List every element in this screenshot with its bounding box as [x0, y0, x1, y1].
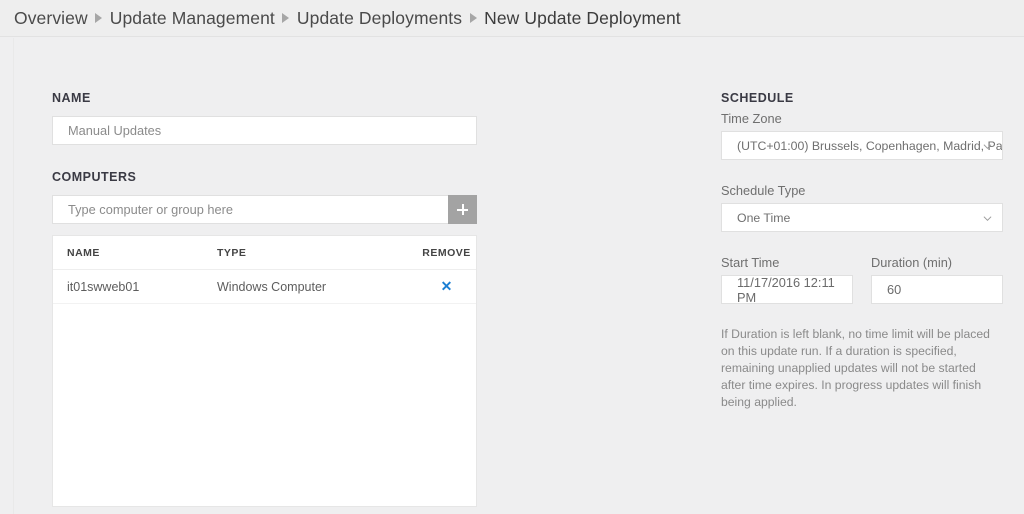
column-header-remove: REMOVE	[417, 236, 476, 270]
cell-remove: ✕	[417, 269, 476, 304]
table-header-row: NAME TYPE REMOVE	[53, 236, 476, 270]
time-zone-label: Time Zone	[721, 111, 782, 126]
computers-table-panel: NAME TYPE REMOVE it01swweb01 Windows Com…	[52, 235, 477, 507]
chevron-down-icon	[983, 142, 992, 151]
start-time-input[interactable]: 11/17/2016 12:11 PM	[721, 275, 853, 305]
computer-search-input[interactable]: Type computer or group here	[52, 195, 448, 224]
breadcrumb-item-overview[interactable]: Overview	[14, 8, 88, 29]
cell-computer-name: it01swweb01	[53, 269, 217, 304]
computers-table: NAME TYPE REMOVE it01swweb01 Windows Com…	[53, 236, 476, 304]
breadcrumb-item-update-deployments[interactable]: Update Deployments	[297, 8, 462, 29]
duration-label: Duration (min)	[871, 255, 953, 270]
chevron-down-icon	[983, 214, 992, 223]
schedule-type-label: Schedule Type	[721, 183, 806, 198]
breadcrumb: Overview Update Management Update Deploy…	[0, 0, 1024, 37]
start-time-field: Start Time 11/17/2016 12:11 PM	[721, 255, 853, 305]
column-header-type: TYPE	[217, 236, 417, 270]
computers-search-row: Type computer or group here	[52, 195, 477, 224]
breadcrumb-item-new-update-deployment[interactable]: New Update Deployment	[484, 8, 681, 29]
table-row: it01swweb01 Windows Computer ✕	[53, 269, 476, 304]
breadcrumb-item-update-management[interactable]: Update Management	[110, 8, 275, 29]
time-zone-value: (UTC+01:00) Brussels, Copenhagen, Madrid…	[737, 138, 1003, 153]
plus-icon	[457, 204, 468, 215]
name-section-title: NAME	[52, 91, 91, 105]
time-zone-select[interactable]: (UTC+01:00) Brussels, Copenhagen, Madrid…	[721, 131, 1003, 160]
name-input[interactable]: Manual Updates	[52, 116, 477, 145]
start-time-label: Start Time	[721, 255, 780, 270]
add-computer-button[interactable]	[448, 195, 477, 224]
time-fields-row: Start Time 11/17/2016 12:11 PM Duration …	[721, 255, 1003, 305]
close-x-icon[interactable]: ✕	[441, 279, 453, 293]
column-header-name: NAME	[53, 236, 217, 270]
left-column: NAME Manual Updates COMPUTERS Type compu…	[52, 91, 477, 507]
duration-help-text: If Duration is left blank, no time limit…	[721, 327, 990, 409]
schedule-type-select[interactable]: One Time	[721, 203, 1003, 232]
right-column: SCHEDULE Time Zone (UTC+01:00) Brussels,…	[721, 91, 1003, 411]
chevron-right-triangle-icon	[275, 13, 297, 23]
content-panel: NAME Manual Updates COMPUTERS Type compu…	[13, 38, 1024, 514]
schedule-section-title: SCHEDULE	[721, 91, 794, 105]
cell-computer-type: Windows Computer	[217, 269, 417, 304]
duration-field: Duration (min) 60	[871, 255, 1003, 304]
schedule-type-value: One Time	[737, 210, 791, 225]
computers-section-title: COMPUTERS	[52, 170, 137, 184]
chevron-right-triangle-icon	[88, 13, 110, 23]
chevron-right-triangle-icon	[462, 13, 484, 23]
duration-input[interactable]: 60	[871, 275, 1003, 304]
